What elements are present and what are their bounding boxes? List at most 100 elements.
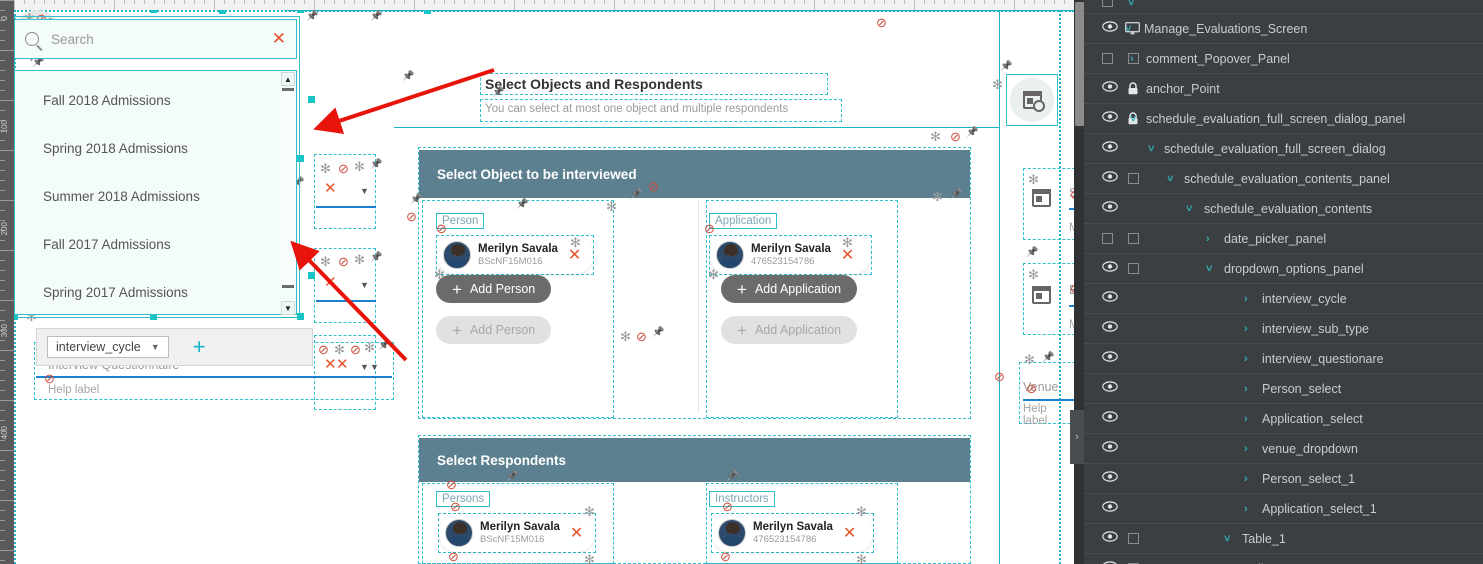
chevron-down-icon[interactable]: ▼ xyxy=(360,186,369,196)
eye-icon[interactable] xyxy=(1102,200,1118,217)
eye-icon[interactable] xyxy=(1102,560,1118,564)
chevron-down-icon[interactable]: ˅ xyxy=(1167,173,1173,185)
chevron-right-icon[interactable]: › xyxy=(1244,443,1248,455)
chevron-down-icon[interactable]: ▼ xyxy=(370,362,379,372)
eye-icon[interactable] xyxy=(1102,320,1118,337)
eye-icon[interactable] xyxy=(1102,470,1118,487)
object-col-person[interactable] xyxy=(422,200,614,418)
canvas-scrollbar-thumb[interactable] xyxy=(1075,2,1084,126)
instructors-respondent-chip[interactable]: Merilyn Savala 476523154786 ✕ xyxy=(712,514,873,552)
dropdown-footer-toolbar[interactable]: interview_cycle ▼ + xyxy=(36,328,313,366)
visibility-checkbox[interactable] xyxy=(1102,233,1113,244)
resize-handle[interactable] xyxy=(297,313,304,320)
clear-search-icon[interactable]: ✕ xyxy=(272,29,286,49)
resize-handle[interactable] xyxy=(297,155,304,162)
dropdown-item-0[interactable]: Fall 2018 Admissions xyxy=(43,93,171,113)
visibility-checkbox[interactable] xyxy=(1102,53,1113,64)
chevron-down-icon[interactable]: ▼ xyxy=(360,280,369,290)
clear-field-icon[interactable]: ✕ xyxy=(324,273,337,291)
resize-handle[interactable] xyxy=(297,10,304,13)
dropdown-options-overlay[interactable]: Search ✕ Fall 2018 Admissions Spring 201… xyxy=(14,10,313,366)
eye-icon[interactable] xyxy=(1102,530,1118,547)
chevron-right-icon[interactable]: › xyxy=(1244,503,1248,515)
component-name-select[interactable]: interview_cycle ▼ xyxy=(47,336,169,358)
lock-checkbox[interactable] xyxy=(1128,233,1139,244)
eye-icon[interactable] xyxy=(1102,80,1118,97)
layer-tree-row[interactable]: › Person_select xyxy=(1084,374,1483,404)
chevron-down-icon[interactable]: ˅ xyxy=(1186,203,1192,215)
layer-tree-row[interactable]: › interview_cycle xyxy=(1084,284,1483,314)
chevron-down-icon[interactable]: ▼ xyxy=(151,342,160,352)
add-person-button[interactable]: + Add Person xyxy=(436,275,552,303)
eye-icon[interactable] xyxy=(1102,20,1118,37)
chevron-right-icon[interactable]: › xyxy=(1244,353,1248,365)
scroll-down-arrow[interactable]: ▼ xyxy=(281,301,295,315)
layer-tree-row[interactable]: anchor_Point xyxy=(1084,74,1483,104)
dropdown-search-box[interactable]: Search ✕ xyxy=(14,19,297,59)
eye-icon[interactable] xyxy=(1102,410,1118,427)
chevron-right-icon[interactable]: › xyxy=(1130,53,1134,65)
eye-icon[interactable] xyxy=(1102,110,1118,127)
chevron-right-icon[interactable]: › xyxy=(1244,323,1248,335)
chevron-right-icon[interactable]: › xyxy=(1206,233,1210,245)
remove-respondent-icon[interactable]: ✕ xyxy=(570,523,583,543)
eye-icon[interactable] xyxy=(1102,350,1118,367)
lock-checkbox[interactable] xyxy=(1128,263,1139,274)
scroll-up-arrow[interactable]: ▲ xyxy=(281,72,295,86)
eye-icon[interactable] xyxy=(1102,170,1118,187)
clear-field-icon[interactable]: ✕ xyxy=(336,355,349,373)
layer-tree-row[interactable]: ˅ schedule_evaluation_full_screen_dialog xyxy=(1084,134,1483,164)
object-col-application[interactable] xyxy=(706,200,898,418)
remove-instructor-icon[interactable]: ✕ xyxy=(843,523,856,543)
layer-visibility-checkbox[interactable] xyxy=(1102,0,1113,7)
layer-tree-row[interactable]: › venue_dropdown xyxy=(1084,434,1483,464)
eye-icon[interactable] xyxy=(1102,140,1118,157)
layer-tree-row[interactable]: › interview_questionare xyxy=(1084,344,1483,374)
collapse-panel-handle[interactable]: › xyxy=(1070,410,1084,464)
chevron-right-icon[interactable]: › xyxy=(1244,383,1248,395)
layer-tree-row[interactable]: ˅Cell_1 xyxy=(1084,554,1483,564)
eye-icon[interactable] xyxy=(1102,290,1118,307)
chevron-right-icon[interactable]: › xyxy=(1244,413,1248,425)
layer-tree-rows[interactable]: ˅ ˅ Manage_Evaluations_Screen › comment_Popo… xyxy=(1084,0,1483,564)
layer-tree-row-partial[interactable]: ˅ xyxy=(1084,0,1483,14)
layer-tree-row[interactable]: ˅ schedule_evaluation_full_screen_dialog_… xyxy=(1084,104,1483,134)
resize-handle[interactable] xyxy=(150,10,157,13)
layer-tree-row[interactable]: › Application_select xyxy=(1084,404,1483,434)
scrollbar-thumb[interactable] xyxy=(282,88,294,288)
add-application-button-disabled[interactable]: + Add Application xyxy=(721,316,858,344)
dropdown-options-list[interactable]: Fall 2018 Admissions Spring 2018 Admissi… xyxy=(14,70,297,315)
layer-tree-row[interactable]: ˅ dropdown_options_panel xyxy=(1084,254,1483,284)
chevron-down-icon[interactable]: ˅ xyxy=(1128,0,1134,9)
lock-checkbox[interactable] xyxy=(1128,533,1139,544)
layer-tree-row[interactable]: › Application_select_1 xyxy=(1084,494,1483,524)
add-application-button[interactable]: + Add Application xyxy=(721,275,858,303)
add-state-button[interactable]: + xyxy=(193,336,206,358)
layer-tree-row[interactable]: › interview_sub_type xyxy=(1084,314,1483,344)
persons-respondent-chip[interactable]: Merilyn Savala BScNF15M016 ✕ xyxy=(439,514,595,552)
lock-checkbox[interactable] xyxy=(1128,173,1139,184)
dropdown-item-4[interactable]: Spring 2017 Admissions xyxy=(43,285,188,305)
calendar-clock-button[interactable] xyxy=(1010,78,1054,122)
dropdown-scrollbar[interactable]: ▲ ▼ xyxy=(281,72,295,315)
layer-tree-row[interactable]: ˅ schedule_evaluation_contents xyxy=(1084,194,1483,224)
chevron-down-icon[interactable]: ˅ xyxy=(1148,143,1154,155)
dropdown-search-placeholder[interactable]: Search xyxy=(51,32,272,47)
chevron-right-icon[interactable]: › xyxy=(1244,293,1248,305)
chevron-down-icon[interactable]: ˅ xyxy=(1206,263,1212,275)
layer-tree-row[interactable]: ˅ Manage_Evaluations_Screen xyxy=(1084,14,1483,44)
eye-icon[interactable] xyxy=(1102,500,1118,517)
layer-tree-panel[interactable]: › ˅ ˅ Manage_Evaluations_Screen › comment_Po… xyxy=(1070,0,1483,564)
layer-tree-row[interactable]: › Person_select_1 xyxy=(1084,464,1483,494)
design-canvas[interactable]: 02 Select Objects and Respondents You ca… xyxy=(14,10,1074,564)
layer-tree-row[interactable]: ˅ schedule_evaluation_contents_panel xyxy=(1084,164,1483,194)
dropdown-item-2[interactable]: Summer 2018 Admissions xyxy=(43,189,200,209)
eye-icon[interactable] xyxy=(1102,440,1118,457)
eye-icon[interactable] xyxy=(1102,260,1118,277)
layer-tree-row[interactable]: ˅ Table_1 xyxy=(1084,524,1483,554)
dropdown-item-1[interactable]: Spring 2018 Admissions xyxy=(43,141,188,161)
lock-icon[interactable] xyxy=(1127,82,1140,95)
chevron-down-icon[interactable]: ˅ xyxy=(1130,113,1136,125)
eye-icon[interactable] xyxy=(1102,380,1118,397)
add-person-button-disabled[interactable]: + Add Person xyxy=(436,316,552,344)
